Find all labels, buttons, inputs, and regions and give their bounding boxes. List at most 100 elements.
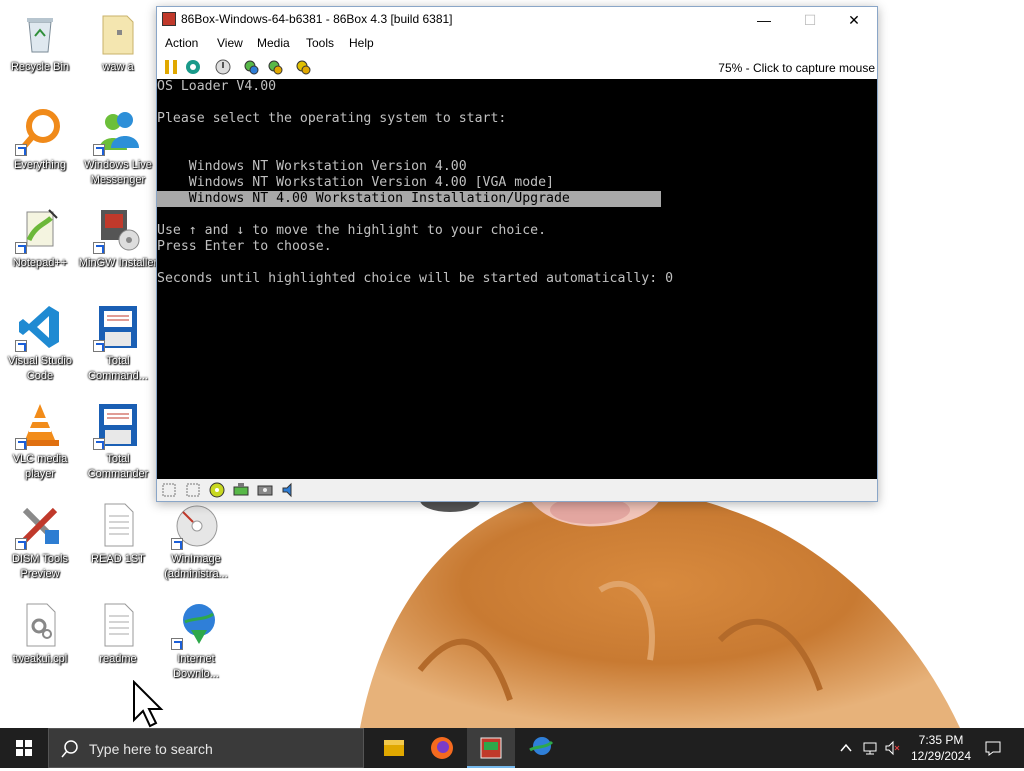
maximize-button[interactable]: ☐ <box>787 7 833 33</box>
minimize-button[interactable]: — <box>741 7 787 33</box>
ctrl-alt-del-icon[interactable] <box>185 59 201 75</box>
shortcut-arrow-icon <box>93 144 105 156</box>
shortcut-arrow-icon <box>171 538 183 550</box>
boot-option: Windows NT Workstation Version 4.00 <box>157 159 467 174</box>
desktop-icon-dism-tools[interactable]: DISM Tools Preview <box>0 500 80 582</box>
screen-line: Please select the operating system to st… <box>157 111 507 126</box>
capture-mouse-status[interactable]: 75% - Click to capture mouse <box>718 61 875 75</box>
shortcut-arrow-icon <box>15 340 27 352</box>
screen-line: Use ↑ and ↓ to move the highlight to you… <box>157 223 547 238</box>
desktop-icon-notepadpp[interactable]: Notepad++ <box>0 204 80 271</box>
desktop-icon-label: Visual Studio Code <box>7 355 72 382</box>
desktop-icon-label: DISM Tools Preview <box>11 553 69 580</box>
desktop-icon-vscode[interactable]: Visual Studio Code <box>0 302 80 384</box>
screen-line: Press Enter to choose. <box>157 239 332 254</box>
menu-media[interactable]: Media <box>257 36 290 50</box>
shortcut-arrow-icon <box>93 340 105 352</box>
shortcut-arrow-icon <box>15 242 27 254</box>
search-box[interactable]: Type here to search <box>48 728 364 768</box>
shortcut-arrow-icon <box>93 438 105 450</box>
boot-option-selected: Windows NT 4.00 Workstation Installation… <box>157 191 570 206</box>
boot-option: Windows NT Workstation Version 4.00 [VGA… <box>157 175 554 190</box>
86box-window[interactable]: 86Box-Windows-64-b6381 - 86Box 4.3 [buil… <box>156 6 878 502</box>
menu-tools[interactable]: Tools <box>306 36 334 50</box>
internet-download-manager-icon <box>171 600 221 650</box>
desktop-icon-label: Everything <box>14 159 66 171</box>
taskbar-app-firefox[interactable] <box>418 728 466 768</box>
window-title: 86Box-Windows-64-b6381 - 86Box 4.3 [buil… <box>181 12 453 26</box>
desktop-icon-label: MinGW Installer <box>78 257 158 269</box>
desktop-icon-label: waw a <box>102 61 134 73</box>
settings-gear-icon[interactable] <box>295 59 311 75</box>
power-icon[interactable] <box>215 59 231 75</box>
chevron-up-icon[interactable] <box>838 740 854 756</box>
desktop-icon-tweakui[interactable]: tweakui.cpl <box>0 600 80 667</box>
desktop-icon-total-commander[interactable]: Total Commander <box>78 400 158 482</box>
shortcut-arrow-icon <box>15 538 27 550</box>
desktop-icon-recycle-bin[interactable]: Recycle Bin <box>0 8 80 75</box>
desktop-icon-total-commander-64[interactable]: Total Command... <box>78 302 158 384</box>
toolbar: 75% - Click to capture mouse <box>157 55 877 79</box>
clock-time: 7:35 PM <box>918 733 964 747</box>
86box-app-icon <box>162 12 176 26</box>
desktop-icon-internet-download-manager[interactable]: Internet Downlo... <box>156 600 236 682</box>
desktop-icon-label: Recycle Bin <box>10 61 70 73</box>
desktop-icon-readme[interactable]: readme <box>78 600 158 667</box>
menu-help[interactable]: Help <box>349 36 374 50</box>
desktop-icon-winimage[interactable]: WinImage (administra... <box>156 500 236 582</box>
taskbar-app-file-explorer[interactable] <box>370 728 418 768</box>
cdrom-drive-icon[interactable] <box>209 482 225 498</box>
desktop-icon-read-1st[interactable]: READ 1ST <box>78 500 158 567</box>
desktop-icon-label: WinImage (administra... <box>164 553 228 580</box>
desktop-icon-vlc[interactable]: VLC media player <box>0 400 80 482</box>
desktop-icon-waw-a[interactable]: waw a <box>78 8 158 75</box>
clock-date: 12/29/2024 <box>910 749 972 763</box>
start-button[interactable] <box>0 728 48 768</box>
sound-icon[interactable] <box>281 482 297 498</box>
menu-action[interactable]: Action <box>165 36 198 50</box>
cpl-file-icon <box>15 600 65 650</box>
notepadpp-icon <box>15 204 65 254</box>
desktop-icon-label: VLC media player <box>12 453 68 480</box>
search-placeholder: Type here to search <box>89 741 213 757</box>
total-commander-64-icon <box>93 302 143 352</box>
windows-logo-icon <box>16 740 32 756</box>
desktop-icon-windows-live-messenger[interactable]: Windows Live Messenger <box>78 106 158 188</box>
shortcut-arrow-icon <box>93 242 105 254</box>
menu-view[interactable]: View <box>217 36 243 50</box>
text-file-icon <box>93 600 143 650</box>
emulator-screen[interactable]: OS Loader V4.00 Please select the operat… <box>157 79 877 479</box>
clock[interactable]: 7:35 PM 12/29/2024 <box>906 732 976 764</box>
desktop-icon-label: Total Commander <box>87 453 149 480</box>
desktop-icon-everything[interactable]: Everything <box>0 106 80 173</box>
messenger-icon <box>93 106 143 156</box>
recycle-bin-icon <box>15 8 65 58</box>
winimage-icon <box>171 500 221 550</box>
desktop-icon-label: READ 1ST <box>91 553 145 565</box>
settings-gear-icon[interactable] <box>267 59 283 75</box>
taskbar-app-86box[interactable] <box>467 728 515 768</box>
86box-icon <box>480 737 502 759</box>
desktop-icon-mingw-installer[interactable]: MinGW Installer <box>78 204 158 271</box>
notification-icon[interactable] <box>984 739 1001 756</box>
hard-disk-icon[interactable] <box>233 482 249 498</box>
pause-icon[interactable] <box>163 59 179 75</box>
taskbar-app-internet-download-manager[interactable] <box>516 728 564 768</box>
shortcut-arrow-icon <box>15 144 27 156</box>
network-icon[interactable] <box>257 482 273 498</box>
floppy-drive-icon[interactable] <box>161 482 177 498</box>
title-bar[interactable]: 86Box-Windows-64-b6381 - 86Box 4.3 [buil… <box>157 7 877 33</box>
settings-gear-icon[interactable] <box>243 59 259 75</box>
network-icon[interactable] <box>862 740 878 756</box>
vlc-icon <box>15 400 65 450</box>
floppy-drive-icon[interactable] <box>185 482 201 498</box>
close-button[interactable]: ✕ <box>831 7 877 33</box>
folder-icon <box>93 8 143 58</box>
desktop-icon-label: readme <box>99 653 137 665</box>
dog-wallpaper <box>360 483 960 728</box>
menu-bar: Action View Media Tools Help <box>157 33 877 55</box>
mingw-installer-icon <box>93 204 143 254</box>
screen-line: OS Loader V4.00 <box>157 79 277 94</box>
volume-muted-icon[interactable] <box>884 740 900 756</box>
countdown-line: Seconds until highlighted choice will be… <box>157 271 674 286</box>
